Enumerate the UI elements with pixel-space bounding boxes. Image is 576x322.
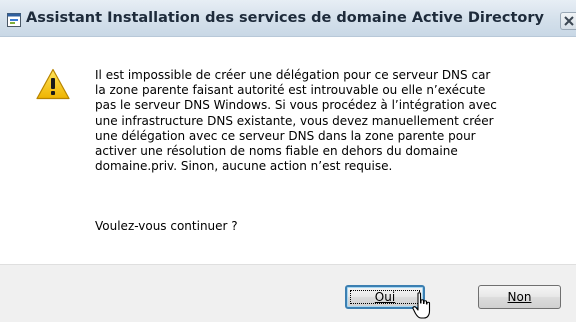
close-x-icon [564, 16, 574, 26]
no-button-label: Non [507, 290, 532, 304]
message-line: activer une résolution de noms fiable en… [95, 144, 458, 159]
dialog-content: Il est impossible de créer une délégatio… [0, 37, 576, 264]
message-line: une délégation avec ce serveur DNS dans … [95, 128, 476, 143]
focus-ring [350, 290, 420, 304]
wizard-app-icon [7, 12, 21, 27]
dialog-window: Assistant Installation des services de d… [0, 0, 576, 322]
message-line: domaine.priv. Sinon, aucune action n’est… [95, 159, 393, 174]
message-line: Il est impossible de créer une délégatio… [95, 68, 491, 82]
dialog-footer: Oui Non [0, 264, 576, 322]
dialog-question: Voulez-vous continuer ? [95, 219, 238, 233]
no-button[interactable]: Non [478, 285, 561, 309]
window-title: Assistant Installation des services de d… [26, 10, 544, 26]
message-line: pas le serveur DNS Windows. Si vous proc… [95, 98, 497, 113]
title-bar[interactable]: Assistant Installation des services de d… [0, 0, 576, 37]
message-line: une infrastructure DNS existante, vous d… [95, 113, 494, 128]
close-button[interactable] [560, 12, 576, 30]
message-line: la zone parente faisant autorité est int… [95, 83, 486, 98]
hand-cursor-icon [412, 292, 434, 322]
dialog-message: Il est impossible de créer une délégatio… [95, 68, 555, 174]
warning-triangle-icon [36, 68, 70, 104]
